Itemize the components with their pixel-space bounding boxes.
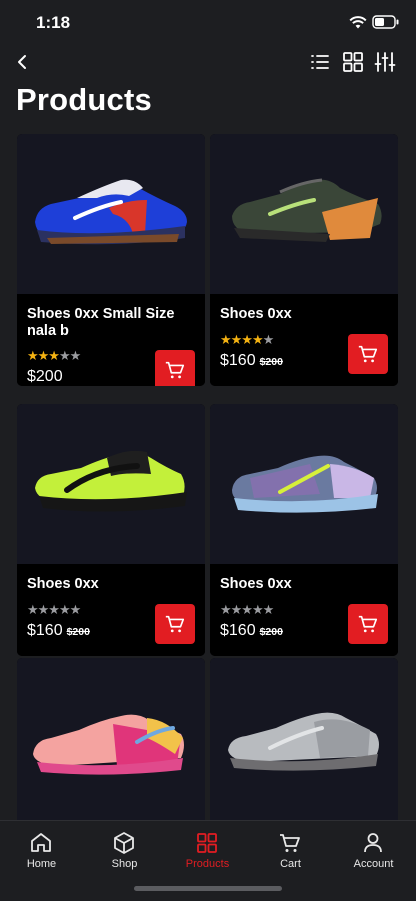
product-card[interactable]: Shoes 0xx ★★★★★ $160 $200 — [17, 404, 205, 656]
rating-stars: ★★★★★ — [220, 602, 274, 617]
cart-icon — [358, 615, 378, 633]
product-image — [17, 134, 205, 294]
product-card[interactable] — [210, 658, 398, 828]
product-image — [17, 658, 205, 828]
tab-products[interactable]: Products — [166, 821, 249, 881]
grid-view-icon[interactable] — [341, 50, 365, 74]
filter-sliders-icon[interactable] — [373, 50, 397, 74]
tab-label: Account — [353, 858, 394, 870]
product-name: Shoes 0xx Small Size nala b — [27, 306, 175, 339]
tab-cart[interactable]: Cart — [249, 821, 332, 881]
product-info: Shoes 0xx Small Size nala b ★★★★★ $200 — [17, 294, 205, 386]
product-name: Shoes 0xx — [220, 306, 292, 322]
tab-home[interactable]: Home — [0, 821, 83, 881]
product-price: $160 $200 — [27, 622, 90, 640]
price-current: $160 — [220, 352, 256, 369]
product-image — [210, 134, 398, 294]
price-current: $160 — [220, 622, 256, 639]
product-image — [17, 404, 205, 564]
grid-icon — [197, 833, 217, 853]
tab-shop[interactable]: Shop — [83, 821, 166, 881]
price-old: $200 — [259, 356, 283, 368]
product-image — [210, 658, 398, 828]
rating-stars: ★★★★★ — [220, 332, 274, 347]
cart-icon — [165, 361, 185, 379]
wifi-icon — [349, 16, 367, 29]
home-icon — [31, 833, 51, 852]
page-title: Products — [16, 82, 152, 117]
tab-account[interactable]: Account — [332, 821, 415, 881]
product-card[interactable]: Shoes 0xx Small Size nala b ★★★★★ $200 — [17, 134, 205, 386]
rating-stars: ★★★★★ — [27, 602, 81, 617]
battery-icon — [372, 15, 399, 29]
add-to-cart-button[interactable] — [348, 604, 388, 644]
cart-icon — [280, 834, 300, 852]
add-to-cart-button[interactable] — [155, 604, 195, 644]
status-bar: 1:18 — [0, 0, 416, 46]
tab-label: Cart — [280, 858, 301, 870]
product-price: $160 $200 — [220, 622, 283, 640]
product-card[interactable] — [17, 658, 205, 828]
tab-label: Home — [26, 858, 57, 870]
price-current: $200 — [27, 368, 63, 385]
product-info: Shoes 0xx ★★★★★ $160 $200 — [17, 564, 205, 656]
rating-stars: ★★★★★ — [27, 348, 81, 363]
tab-label: Products — [185, 858, 230, 870]
status-time: 1:18 — [36, 13, 71, 32]
product-info: Shoes 0xx ★★★★★ $160 $200 — [210, 564, 398, 656]
tab-label: Shop — [111, 858, 138, 870]
product-info: Shoes 0xx ★★★★★ $160 $200 — [210, 294, 398, 386]
home-indicator — [134, 886, 282, 891]
price-old: $200 — [66, 626, 90, 638]
price-current: $160 — [27, 622, 63, 639]
box-icon — [114, 832, 134, 854]
back-chevron-icon[interactable] — [12, 50, 36, 74]
product-price: $200 — [27, 368, 63, 386]
product-image — [210, 404, 398, 564]
add-to-cart-button[interactable] — [155, 350, 195, 386]
user-icon — [364, 833, 382, 853]
product-name: Shoes 0xx — [220, 576, 292, 592]
product-card[interactable]: Shoes 0xx ★★★★★ $160 $200 — [210, 134, 398, 386]
nav-bar — [0, 46, 416, 78]
product-price: $160 $200 — [220, 352, 283, 370]
cart-icon — [358, 345, 378, 363]
product-card[interactable]: Shoes 0xx ★★★★★ $160 $200 — [210, 404, 398, 656]
price-old: $200 — [259, 626, 283, 638]
product-name: Shoes 0xx — [27, 576, 99, 592]
cart-icon — [165, 615, 185, 633]
add-to-cart-button[interactable] — [348, 334, 388, 374]
list-view-icon[interactable] — [308, 50, 332, 74]
